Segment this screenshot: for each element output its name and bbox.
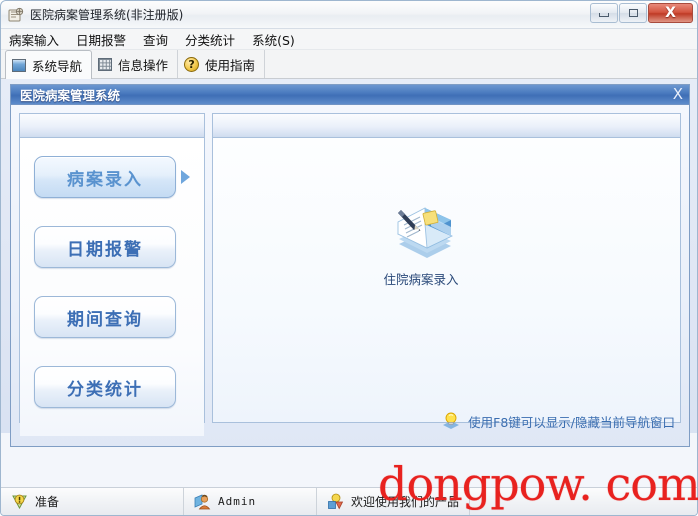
minimize-icon — [599, 13, 609, 17]
content-panel-header — [213, 114, 680, 138]
title-bar: 医院病案管理系统(非注册版) X — [1, 1, 697, 29]
chevron-right-icon — [181, 170, 190, 184]
content-item-inpatient-record-entry[interactable]: 住院病案录入 — [361, 200, 481, 288]
tab-user-guide[interactable]: ? 使用指南 — [178, 50, 266, 78]
navigation-icon — [12, 58, 26, 72]
status-cell-ready: 准备 — [1, 488, 184, 515]
status-welcome-text: 欢迎使用我们的产品 — [351, 495, 460, 509]
status-bar: 准备 Admin 欢迎使用我们的产品 — [1, 487, 697, 515]
grid-icon — [98, 57, 113, 71]
nav-row-classification-stats: 分类统计 — [20, 366, 204, 408]
status-cell-user: Admin — [184, 488, 317, 515]
minimize-button[interactable] — [590, 3, 618, 23]
mdi-window-body: 病案录入 日期报警 期间查询 分类统计 住院病案录入 — [11, 105, 689, 446]
product-icon — [327, 493, 344, 510]
menu-item-record-input[interactable]: 病案输入 — [9, 30, 59, 49]
status-cell-welcome: 欢迎使用我们的产品 — [317, 488, 471, 515]
nav-row-period-query: 期间查询 — [20, 296, 204, 338]
mdi-client-area: 医院病案管理系统 X 病案录入 日期报警 期间查询 分类统计 住院病案录入 使用… — [1, 79, 697, 447]
document-pen-icon — [385, 207, 457, 269]
application-window: 医院病案管理系统(非注册版) X 病案输入 日期报警 查询 分类统计 系统(S)… — [0, 0, 698, 516]
navigation-panel: 病案录入 日期报警 期间查询 分类统计 — [19, 113, 205, 436]
nav-button-record-input[interactable]: 病案录入 — [34, 156, 176, 198]
status-user-text: Admin — [218, 495, 257, 508]
close-icon: X — [665, 5, 676, 21]
nav-button-classification-stats[interactable]: 分类统计 — [34, 366, 176, 408]
nav-button-date-alarm[interactable]: 日期报警 — [34, 226, 176, 268]
navigation-panel-body: 病案录入 日期报警 期间查询 分类统计 — [20, 138, 204, 436]
navigation-panel-header — [20, 114, 204, 138]
mdi-title-bar: 医院病案管理系统 X — [11, 85, 689, 105]
mdi-close-icon[interactable]: X — [670, 87, 686, 102]
mdi-window-title: 医院病案管理系统 — [20, 88, 121, 103]
menu-item-query[interactable]: 查询 — [143, 30, 168, 49]
menu-item-classification-stats[interactable]: 分类统计 — [185, 30, 235, 49]
help-icon: ? — [184, 56, 200, 72]
tab-info-operation[interactable]: 信息操作 — [92, 50, 179, 78]
menu-item-date-alarm[interactable]: 日期报警 — [76, 30, 126, 49]
content-panel: 住院病案录入 — [212, 113, 681, 423]
lightbulb-icon — [440, 411, 462, 431]
nav-button-period-query[interactable]: 期间查询 — [34, 296, 176, 338]
content-item-label: 住院病案录入 — [383, 272, 459, 287]
window-title: 医院病案管理系统(非注册版) — [30, 8, 184, 22]
mdi-child-window: 医院病案管理系统 X 病案录入 日期报警 期间查询 分类统计 住院病案录入 — [10, 84, 690, 447]
ready-icon — [11, 493, 28, 510]
app-icon — [7, 6, 25, 24]
nav-row-date-alarm: 日期报警 — [20, 226, 204, 268]
restore-icon — [628, 9, 638, 17]
tab-system-navigation[interactable]: 系统导航 — [5, 50, 93, 79]
toolbar: 系统导航 信息操作 ? 使用指南 — [1, 50, 697, 79]
content-panel-body: 住院病案录入 — [213, 138, 680, 422]
user-icon — [194, 493, 211, 510]
menu-bar: 病案输入 日期报警 查询 分类统计 系统(S) — [1, 29, 697, 50]
hint-text: 使用F8键可以显示/隐藏当前导航窗口 — [468, 414, 675, 430]
status-ready-text: 准备 — [35, 495, 60, 509]
tab-info-operation-label: 信息操作 — [118, 57, 169, 73]
window-controls: X — [589, 3, 693, 23]
tab-user-guide-label: 使用指南 — [205, 57, 256, 73]
menu-item-system[interactable]: 系统(S) — [252, 30, 295, 49]
maximize-button[interactable] — [619, 3, 647, 23]
close-button[interactable]: X — [648, 3, 693, 23]
tab-system-navigation-label: 系统导航 — [32, 58, 83, 74]
nav-row-record-input: 病案录入 — [20, 156, 204, 198]
hint-bar: 使用F8键可以显示/隐藏当前导航窗口 — [1, 409, 697, 433]
